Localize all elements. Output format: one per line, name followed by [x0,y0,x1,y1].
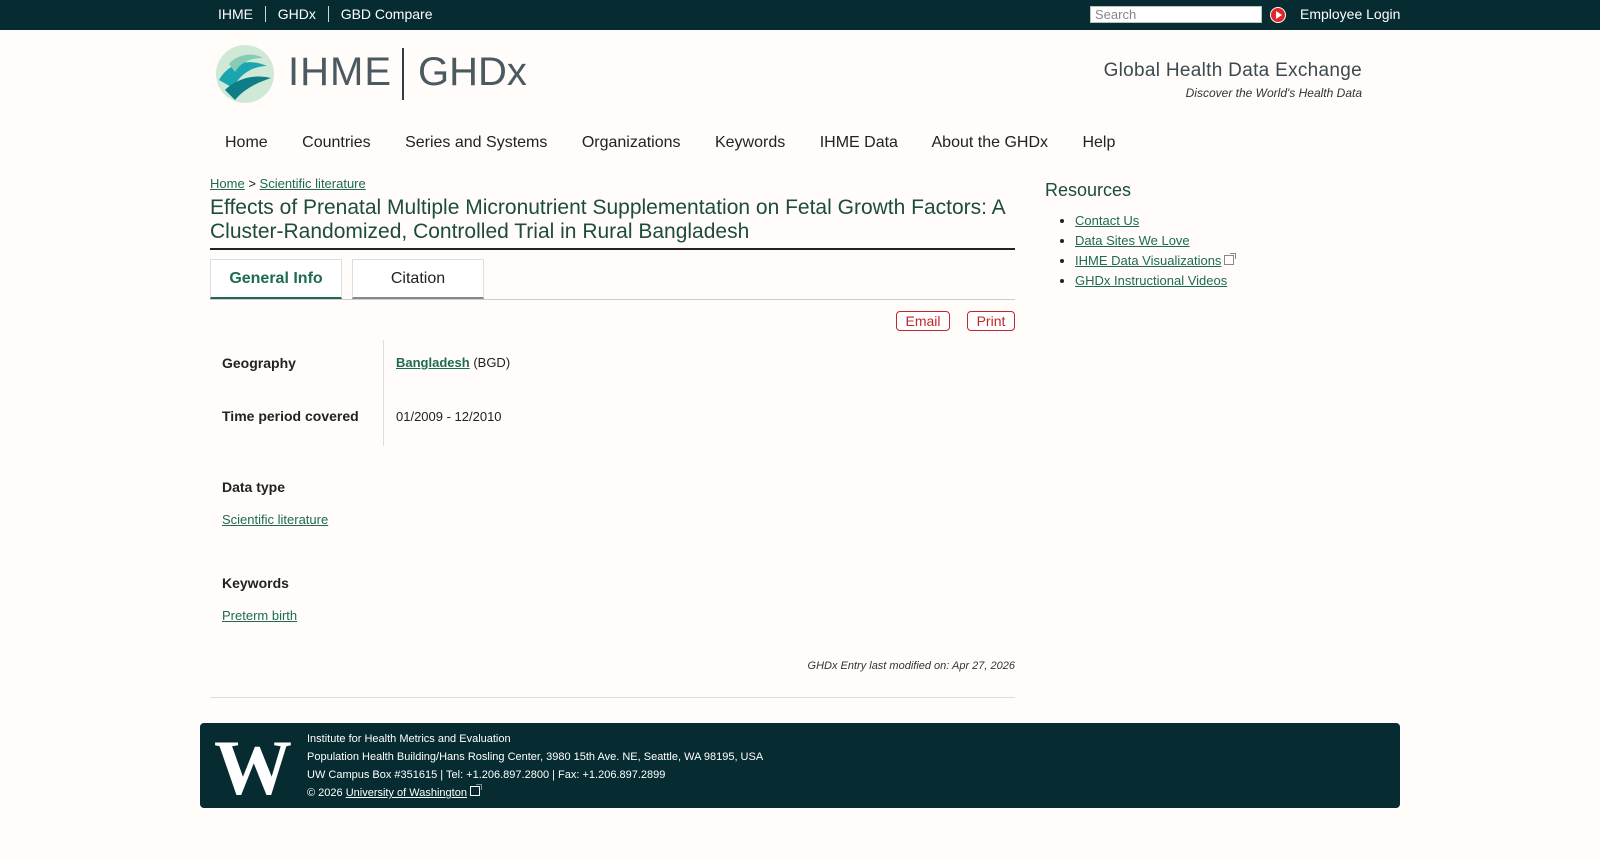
divider [327,6,329,22]
nav-series-and-systems[interactable]: Series and Systems [405,134,547,151]
last-modified: GHDx Entry last modified on: Apr 27, 202… [807,660,1015,672]
uw-logo-icon[interactable]: W [214,729,292,807]
external-link-icon [469,784,482,796]
keywords-value: Preterm birth [222,608,297,623]
nav-keywords[interactable]: Keywords [715,134,785,151]
top-links: IHME GHDx GBD Compare [218,6,433,22]
breadcrumb-current[interactable]: Scientific literature [260,176,366,191]
data-type-value: Scientific literature [222,512,328,527]
brand-ihme[interactable]: IHME [288,50,392,95]
breadcrumb-home[interactable]: Home [210,176,245,191]
footer-copyright: © 2026 University of Washington [307,784,763,802]
data-type-label: Data type [222,479,286,495]
keyword-link[interactable]: Preterm birth [222,608,297,623]
external-link-icon [1224,253,1237,265]
footer-address: Institute for Health Metrics and Evaluat… [307,730,763,802]
top-link-gbd-compare[interactable]: GBD Compare [341,6,433,22]
top-link-ghdx[interactable]: GHDx [278,6,316,22]
copyright-year: © 2026 [307,787,343,799]
geography-label: Geography [222,355,296,371]
data-type-link[interactable]: Scientific literature [222,512,328,527]
content-divider [210,697,1015,698]
footer-contact-line: UW Campus Box #351615 | Tel: +1.206.897.… [307,769,666,781]
tab-citation[interactable]: Citation [352,259,484,299]
list-item: Contact Us [1075,213,1234,228]
top-bar: IHME GHDx GBD Compare Search Employee Lo… [0,0,1600,30]
brand-ghdx[interactable]: GHDx [418,50,527,95]
search-input[interactable]: Search [1090,6,1262,23]
resources-list: Contact Us Data Sites We Love IHME Data … [1057,213,1237,293]
nav-home[interactable]: Home [225,134,268,151]
print-button[interactable]: Print [967,311,1015,331]
uw-link[interactable]: University of Washington [346,787,467,799]
breadcrumb: Home > Scientific literature [210,176,366,191]
nav-help[interactable]: Help [1082,134,1115,151]
search-go-icon[interactable] [1270,7,1286,23]
nav-organizations[interactable]: Organizations [582,134,681,151]
main-nav: Home Countries Series and Systems Organi… [225,134,1145,152]
nav-about[interactable]: About the GHDx [932,134,1049,151]
resources-heading: Resources [1045,180,1132,200]
top-link-ihme[interactable]: IHME [218,6,253,22]
page-title: Effects of Prenatal Multiple Micronutrie… [210,196,1015,250]
nav-ihme-data[interactable]: IHME Data [820,134,898,151]
footer-org: Institute for Health Metrics and Evaluat… [307,733,511,745]
brand-divider [402,48,404,100]
list-item: GHDx Instructional Videos [1075,273,1234,288]
resource-contact-us[interactable]: Contact Us [1075,213,1139,228]
list-item: Data Sites We Love [1075,233,1234,248]
site-tagline: Global Health Data Exchange [1103,60,1362,81]
geography-value: Bangladesh (BGD) [396,355,510,370]
employee-login-link[interactable]: Employee Login [1300,6,1400,22]
breadcrumb-separator: > [248,176,256,191]
geography-code: (BGD) [473,355,511,370]
list-item: IHME Data Visualizations [1075,253,1237,268]
footer-address-line: Population Health Building/Hans Rosling … [307,751,764,763]
footer: W Institute for Health Metrics and Evalu… [200,723,1400,808]
keywords-label: Keywords [222,575,289,591]
resource-data-sites[interactable]: Data Sites We Love [1075,233,1190,248]
ihme-logo-icon[interactable] [215,44,275,104]
resource-ihme-viz[interactable]: IHME Data Visualizations [1075,253,1221,268]
divider [264,6,266,22]
site-subtagline: Discover the World's Health Data [1185,86,1362,100]
email-button[interactable]: Email [896,311,950,331]
tab-general-info[interactable]: General Info [210,259,342,299]
geography-link[interactable]: Bangladesh [396,355,470,370]
field-divider [383,340,384,446]
tabs-divider [210,299,1015,300]
resource-videos[interactable]: GHDx Instructional Videos [1075,273,1227,288]
time-period-value: 01/2009 - 12/2010 [396,409,502,424]
nav-countries[interactable]: Countries [302,134,370,151]
time-period-label: Time period covered [222,408,359,424]
